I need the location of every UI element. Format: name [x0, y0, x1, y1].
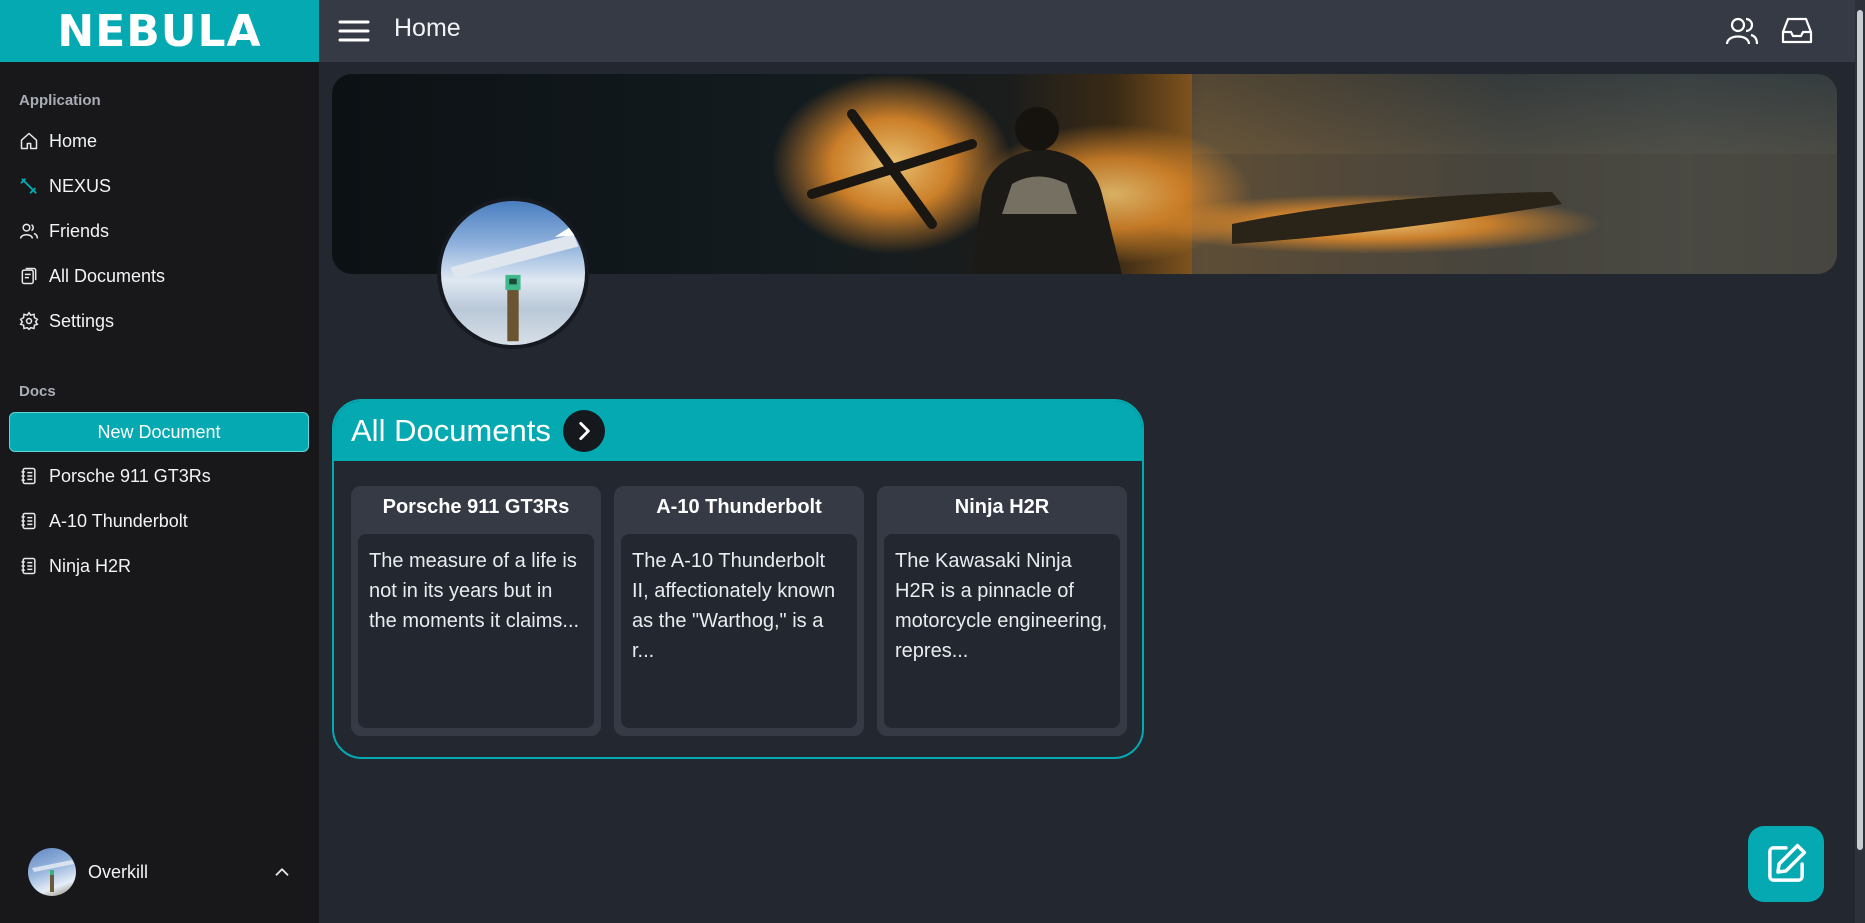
sidebar-item-label: Settings — [49, 310, 115, 331]
documents-icon — [21, 267, 37, 285]
avatar — [28, 848, 76, 896]
gear-icon — [19, 311, 39, 331]
topbar: Home — [319, 0, 1865, 62]
notebook-icon — [21, 467, 36, 485]
document-card-excerpt: The Kawasaki Ninja H2R is a pinnacle of … — [884, 534, 1120, 728]
all-documents-arrow-button[interactable] — [562, 410, 605, 452]
sidebar-doc-label: A-10 Thunderbolt — [49, 510, 188, 531]
notebook-icon — [21, 512, 36, 530]
page-title: Home — [394, 14, 461, 42]
user-name: Overkill — [88, 861, 149, 882]
user-menu[interactable]: Overkill — [28, 847, 293, 897]
sidebar-item-label: All Documents — [49, 265, 166, 286]
sidebar-item-home[interactable]: Home — [19, 126, 97, 156]
notebook-icon — [21, 557, 36, 575]
compose-button[interactable] — [1748, 826, 1824, 902]
sidebar-doc-porsche[interactable]: Porsche 911 GT3Rs — [19, 461, 211, 491]
chevron-right-icon — [579, 422, 590, 440]
chevron-up-icon[interactable] — [271, 861, 293, 883]
edit-icon — [1768, 843, 1807, 882]
document-card[interactable]: Ninja H2R The Kawasaki Ninja H2R is a pi… — [877, 486, 1127, 736]
profile-avatar[interactable] — [437, 197, 589, 349]
friends-icon — [19, 223, 39, 239]
sidebar: NEBULA Application Home NEXUS Friends Al… — [0, 0, 319, 923]
all-documents-title[interactable]: All Documents — [351, 413, 551, 449]
home-icon — [20, 132, 38, 150]
document-card[interactable]: Porsche 911 GT3Rs The measure of a life … — [351, 486, 601, 736]
sidebar-item-nexus[interactable]: NEXUS — [19, 171, 111, 201]
sidebar-doc-label: Porsche 911 GT3Rs — [49, 465, 211, 486]
sidebar-item-all-documents[interactable]: All Documents — [19, 261, 165, 291]
document-card[interactable]: A-10 Thunderbolt The A-10 Thunderbolt II… — [614, 486, 864, 736]
profile-avatar-image — [450, 224, 579, 342]
hamburger-menu-icon[interactable] — [337, 14, 371, 48]
scrollbar[interactable] — [1855, 0, 1865, 923]
new-document-button[interactable]: New Document — [9, 412, 309, 452]
section-label-application: Application — [19, 92, 101, 109]
sidebar-item-friends[interactable]: Friends — [19, 216, 109, 246]
sidebar-doc-label: Ninja H2R — [49, 555, 132, 576]
document-card-title: Ninja H2R — [954, 495, 1050, 518]
avatar-image — [32, 860, 74, 892]
sidebar-item-label: NEXUS — [49, 175, 112, 196]
inbox-icon[interactable] — [1780, 14, 1814, 48]
sidebar-doc-ninja[interactable]: Ninja H2R — [19, 551, 131, 581]
brand-logo[interactable]: NEBULA — [0, 0, 319, 62]
nexus-icon — [20, 178, 37, 194]
all-documents-panel: All Documents Porsche 911 GT3Rs The meas… — [332, 399, 1144, 759]
all-documents-header: All Documents — [334, 401, 1142, 461]
scrollbar-thumb[interactable] — [1857, 10, 1863, 850]
section-label-docs: Docs — [19, 383, 56, 400]
document-card-title: A-10 Thunderbolt — [656, 495, 822, 518]
sidebar-item-settings[interactable]: Settings — [19, 306, 114, 336]
sidebar-doc-a10[interactable]: A-10 Thunderbolt — [19, 506, 188, 536]
document-card-excerpt: The A-10 Thunderbolt II, affectionately … — [621, 534, 857, 728]
document-card-title: Porsche 911 GT3Rs — [382, 495, 570, 518]
sidebar-item-label: Friends — [49, 220, 110, 241]
friends-icon[interactable] — [1725, 14, 1759, 48]
document-card-excerpt: The measure of a life is not in its year… — [358, 534, 594, 728]
sidebar-item-label: Home — [49, 130, 98, 151]
